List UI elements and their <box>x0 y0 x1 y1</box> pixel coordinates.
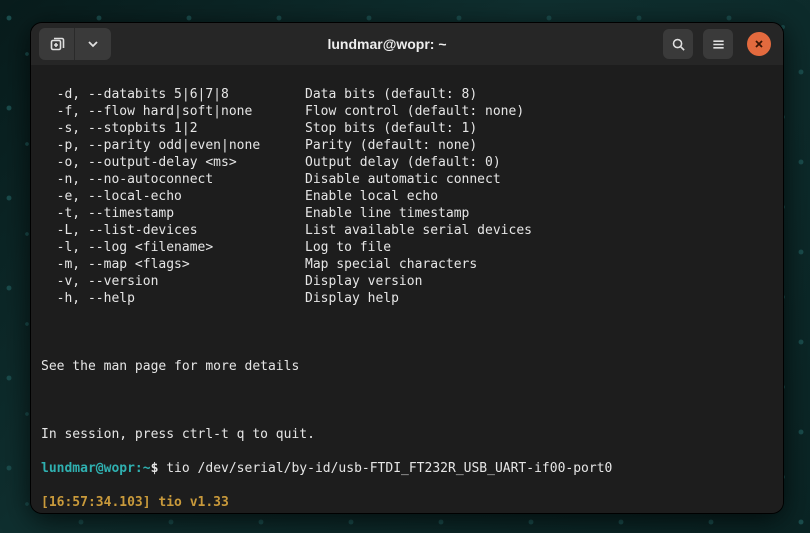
help-option-row: -o, --output-delay <ms>Output delay (def… <box>41 154 773 171</box>
help-option-row: -d, --databits 5|6|7|8Data bits (default… <box>41 86 773 103</box>
help-option-row: -f, --flow hard|soft|noneFlow control (d… <box>41 103 773 120</box>
help-option-desc: Data bits (default: 8) <box>305 86 477 103</box>
help-option-row: -h, --helpDisplay help <box>41 290 773 307</box>
close-icon <box>753 38 765 50</box>
blank-line <box>41 324 773 341</box>
help-option-row: -v, --versionDisplay version <box>41 273 773 290</box>
window-title: lundmar@wopr: ~ <box>117 36 657 52</box>
help-option-flag: -f, --flow hard|soft|none <box>41 103 305 120</box>
help-option-desc: Output delay (default: 0) <box>305 154 501 171</box>
help-footer-1: See the man page for more details <box>41 358 773 375</box>
menu-button[interactable] <box>703 29 733 59</box>
new-tab-icon <box>49 36 65 52</box>
help-option-row: -e, --local-echoEnable local echo <box>41 188 773 205</box>
help-option-flag: -l, --log <filename> <box>41 239 305 256</box>
search-icon <box>671 37 686 52</box>
help-option-flag: -L, --list-devices <box>41 222 305 239</box>
help-option-desc: List available serial devices <box>305 222 532 239</box>
prompt-user-host: lundmar@wopr: <box>41 461 143 476</box>
help-option-desc: Disable automatic connect <box>305 171 501 188</box>
help-option-desc: Display version <box>305 273 422 290</box>
help-option-desc: Flow control (default: none) <box>305 103 524 120</box>
help-option-desc: Enable local echo <box>305 188 438 205</box>
help-footer-2: In session, press ctrl-t q to quit. <box>41 426 773 443</box>
help-option-row: -m, --map <flags>Map special characters <box>41 256 773 273</box>
help-option-row: -l, --log <filename>Log to file <box>41 239 773 256</box>
titlebar: lundmar@wopr: ~ <box>31 23 783 65</box>
help-option-flag: -s, --stopbits 1|2 <box>41 120 305 137</box>
help-option-desc: Parity (default: none) <box>305 137 477 154</box>
new-tab-button[interactable] <box>39 28 75 60</box>
titlebar-right <box>663 29 775 59</box>
help-option-row: -s, --stopbits 1|2Stop bits (default: 1) <box>41 120 773 137</box>
help-option-row: -n, --no-autoconnectDisable automatic co… <box>41 171 773 188</box>
help-option-flag: -p, --parity odd|even|none <box>41 137 305 154</box>
prompt-line: lundmar@wopr:~$ tio /dev/serial/by-id/us… <box>41 460 773 477</box>
prompt-command: tio /dev/serial/by-id/usb-FTDI_FT232R_US… <box>158 461 612 476</box>
help-option-flag: -o, --output-delay <ms> <box>41 154 305 171</box>
help-option-desc: Log to file <box>305 239 391 256</box>
help-option-flag: -t, --timestamp <box>41 205 305 222</box>
close-button[interactable] <box>747 32 771 56</box>
chevron-down-icon <box>87 38 99 50</box>
help-option-desc: Map special characters <box>305 256 477 273</box>
help-option-row: -L, --list-devicesList available serial … <box>41 222 773 239</box>
tio-version-line: [16:57:34.103] tio v1.33 <box>41 494 773 511</box>
help-option-row: -t, --timestampEnable line timestamp <box>41 205 773 222</box>
blank-line <box>41 392 773 409</box>
terminal-window: lundmar@wopr: ~ -d, --databits 5|6|7|8Da <box>30 22 784 514</box>
help-option-desc: Display help <box>305 290 399 307</box>
search-button[interactable] <box>663 29 693 59</box>
prompt-path: ~ <box>143 461 151 476</box>
help-option-row: -p, --parity odd|even|noneParity (defaul… <box>41 137 773 154</box>
help-option-flag: -d, --databits 5|6|7|8 <box>41 86 305 103</box>
tab-controls <box>39 28 111 60</box>
help-option-flag: -n, --no-autoconnect <box>41 171 305 188</box>
help-option-flag: -e, --local-echo <box>41 188 305 205</box>
help-option-flag: -v, --version <box>41 273 305 290</box>
help-option-desc: Enable line timestamp <box>305 205 469 222</box>
hamburger-icon <box>711 37 726 52</box>
terminal-content[interactable]: -d, --databits 5|6|7|8Data bits (default… <box>31 65 783 513</box>
help-options: -d, --databits 5|6|7|8Data bits (default… <box>41 86 773 307</box>
help-option-flag: -h, --help <box>41 290 305 307</box>
help-option-flag: -m, --map <flags> <box>41 256 305 273</box>
help-option-desc: Stop bits (default: 1) <box>305 120 477 137</box>
tab-dropdown-button[interactable] <box>75 28 111 60</box>
